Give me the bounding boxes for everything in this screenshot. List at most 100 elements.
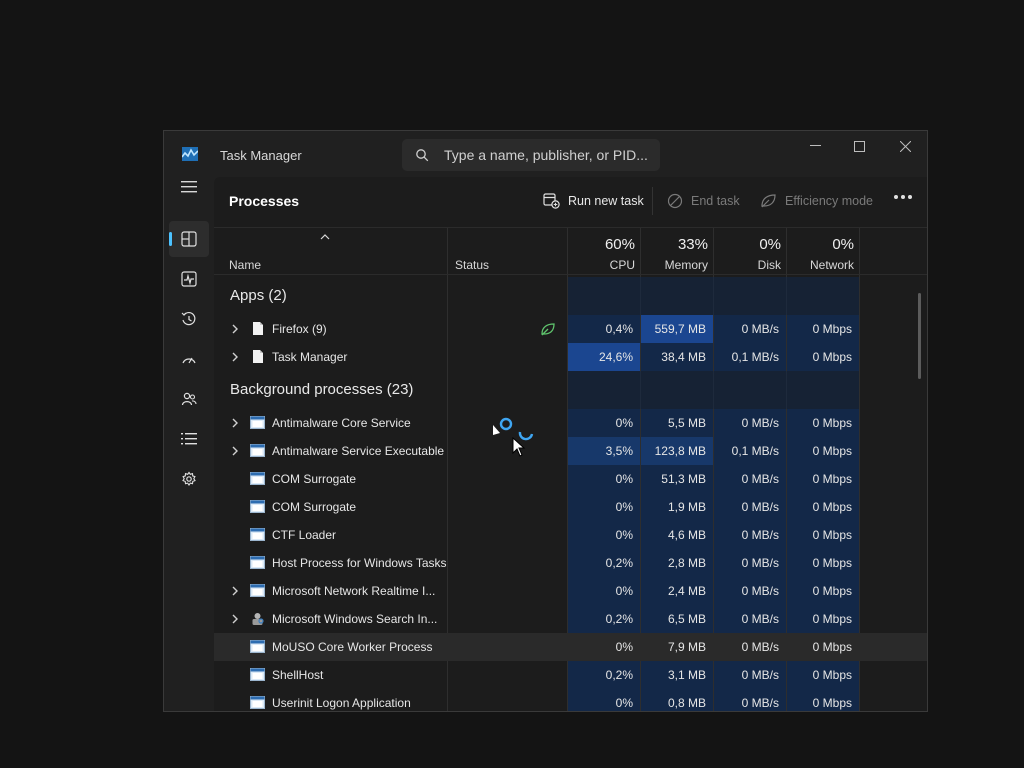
process-name: COM Surrogate	[272, 500, 357, 514]
cpu-cell: 0%	[568, 465, 640, 493]
memory-cell: 51,3 MB	[641, 465, 713, 493]
nav-services[interactable]	[169, 461, 209, 497]
more-dot	[908, 195, 912, 199]
column-header-disk[interactable]: Disk	[713, 258, 781, 272]
process-row[interactable]: CTF Loader 0% 4,6 MB 0 MB/s 0 Mbps	[214, 521, 927, 549]
disk-total-percent[interactable]: 0%	[713, 236, 781, 253]
document-icon	[253, 350, 263, 363]
end-task-button[interactable]: End task	[667, 191, 740, 211]
document-icon	[253, 322, 263, 335]
startup-icon	[182, 357, 196, 364]
cpu-total-percent[interactable]: 60%	[567, 236, 635, 253]
nav-performance[interactable]	[169, 261, 209, 297]
process-row[interactable]: Microsoft Windows Search In... 0,2% 6,5 MB…	[214, 605, 927, 633]
users-icon	[181, 392, 197, 406]
column-header-name[interactable]: Name	[229, 258, 261, 272]
hamburger-menu-button[interactable]	[169, 169, 209, 205]
cpu-cell: 0%	[568, 493, 640, 521]
process-name: Microsoft Network Realtime I...	[272, 584, 436, 598]
cpu-cell: 24,6%	[568, 343, 640, 371]
network-cell: 0 Mbps	[787, 577, 859, 605]
network-cell: 0 Mbps	[787, 605, 859, 633]
process-row[interactable]: Antimalware Core Service 0% 5,5 MB 0 MB/s 0 …	[214, 409, 927, 437]
maximize-button[interactable]	[836, 131, 882, 161]
cpu-cell: 0,2%	[568, 605, 640, 633]
memory-cell: 1,9 MB	[641, 493, 713, 521]
window-icon	[250, 416, 265, 429]
run-new-task-button[interactable]: Run new task	[543, 191, 644, 211]
cpu-cell: 0,4%	[568, 315, 640, 343]
chevron-right-icon[interactable]	[231, 614, 239, 624]
window-icon	[250, 472, 265, 485]
memory-cell: 2,8 MB	[641, 549, 713, 577]
minimize-icon	[809, 145, 821, 146]
window-icon	[250, 528, 265, 541]
efficiency-mode-icon	[761, 194, 776, 208]
title-bar[interactable]: Task Manager	[164, 131, 927, 177]
process-row[interactable]: Userinit Logon Application 0% 0,8 MB 0 MB/s…	[214, 689, 927, 711]
sort-ascending-icon[interactable]	[320, 232, 330, 240]
process-row[interactable]: Host Process for Windows Tasks 0,2% 2,8 MB…	[214, 549, 927, 577]
nav-startup-apps[interactable]	[169, 341, 209, 377]
process-row[interactable]: ShellHost 0,2% 3,1 MB 0 MB/s 0 Mbps	[214, 661, 927, 689]
window-title: Task Manager	[220, 148, 302, 163]
nav-processes[interactable]	[169, 221, 209, 257]
process-row[interactable]: Task Manager 24,6% 38,4 MB 0,1 MB/s 0 Mbps	[214, 343, 927, 371]
search-input[interactable]	[444, 145, 649, 165]
close-button[interactable]	[882, 131, 927, 161]
network-cell: 0 Mbps	[787, 315, 859, 343]
column-header-memory[interactable]: Memory	[640, 258, 708, 272]
process-row[interactable]: MoUSO Core Worker Process 0% 7,9 MB 0 MB/s 0…	[214, 633, 927, 661]
vertical-scrollbar[interactable]	[918, 293, 921, 379]
cpu-cell: 3,5%	[568, 437, 640, 465]
memory-cell: 123,8 MB	[641, 437, 713, 465]
disk-cell: 0 MB/s	[714, 577, 786, 605]
close-icon	[899, 140, 911, 152]
network-total-percent[interactable]: 0%	[786, 236, 854, 253]
nav-users[interactable]	[169, 381, 209, 417]
apps-group-header: Apps (2)	[214, 277, 927, 315]
chevron-right-icon[interactable]	[231, 586, 239, 596]
network-cell: 0 Mbps	[787, 465, 859, 493]
processes-icon	[181, 231, 197, 247]
more-options-button[interactable]	[894, 195, 912, 199]
disk-cell: 0,1 MB/s	[714, 343, 786, 371]
process-row[interactable]: Firefox (9) 0,4% 559,7 MB 0 MB/s 0 Mbps	[214, 315, 927, 343]
group-heat-strip	[568, 371, 859, 409]
column-header-network[interactable]: Network	[786, 258, 854, 272]
memory-total-percent[interactable]: 33%	[640, 236, 708, 253]
column-header-cpu[interactable]: CPU	[567, 258, 635, 272]
network-cell: 0 Mbps	[787, 689, 859, 711]
chevron-right-icon[interactable]	[231, 324, 239, 334]
background-group-header-label: Background processes (23)	[230, 381, 414, 398]
background-group-header: Background processes (23)	[214, 371, 927, 409]
process-row[interactable]: Antimalware Service Executable 3,5% 123,8 …	[214, 437, 927, 465]
cpu-cell: 0%	[568, 521, 640, 549]
minimize-button[interactable]	[792, 131, 838, 161]
chevron-right-icon[interactable]	[231, 352, 239, 362]
process-row[interactable]: COM Surrogate 0% 1,9 MB 0 MB/s 0 Mbps	[214, 493, 927, 521]
efficiency-mode-button[interactable]: Efficiency mode	[760, 191, 873, 211]
end-task-label: End task	[691, 194, 740, 208]
process-name: CTF Loader	[272, 528, 337, 542]
network-cell: 0 Mbps	[787, 633, 859, 661]
more-dot	[901, 195, 905, 199]
nav-details[interactable]	[169, 421, 209, 457]
column-header-status[interactable]: Status	[455, 258, 489, 272]
network-cell: 0 Mbps	[787, 521, 859, 549]
cpu-cell: 0%	[568, 633, 640, 661]
process-row[interactable]: COM Surrogate 0% 51,3 MB 0 MB/s 0 Mbps	[214, 465, 927, 493]
nav-app-history[interactable]	[169, 301, 209, 337]
task-manager-app-icon	[182, 147, 198, 161]
network-cell: 0 Mbps	[787, 437, 859, 465]
services-icon	[182, 471, 196, 486]
chevron-right-icon[interactable]	[231, 418, 239, 428]
memory-cell: 3,1 MB	[641, 661, 713, 689]
details-icon	[181, 433, 197, 445]
chevron-right-icon[interactable]	[231, 446, 239, 456]
search-box[interactable]	[402, 139, 660, 171]
end-task-icon	[667, 193, 683, 209]
process-row[interactable]: Microsoft Network Realtime I... 0% 2,4 MB 0…	[214, 577, 927, 605]
window-icon	[250, 696, 265, 709]
apps-group-header-label: Apps (2)	[230, 287, 287, 304]
